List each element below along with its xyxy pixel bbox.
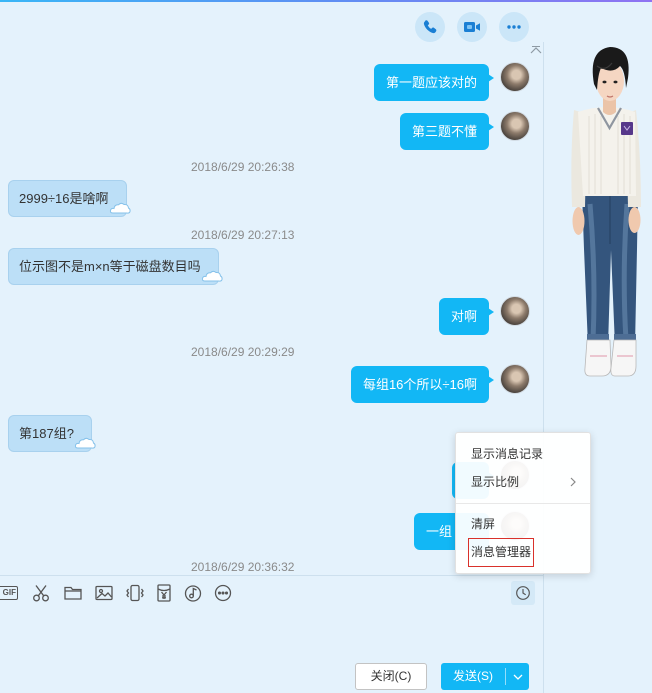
menu-item-label: 显示消息记录 [471,447,544,461]
send-options-button[interactable] [506,663,529,690]
menu-item-label: 消息管理器 [468,538,535,567]
chat-bubble-outgoing[interactable]: 第一题应该对的 [373,64,495,101]
more-tools-button[interactable] [213,583,233,603]
menu-divider [456,496,590,510]
message-text: 2999÷16是啥啊 [19,191,109,206]
chat-bubble-incoming[interactable]: 2999÷16是啥啊 [8,180,131,217]
avatar[interactable] [500,296,530,326]
send-button[interactable]: 发送(S) [441,663,505,690]
chevron-down-icon [513,674,522,680]
image-icon [95,585,113,601]
menu-item-label: 显示比例 [471,475,520,489]
window-shake-button[interactable] [125,583,145,603]
message-text: 对啊 [450,309,477,324]
chat-bubble-outgoing[interactable]: 对啊 [438,298,495,335]
message-text: 一组 [426,524,453,539]
message-input[interactable] [0,606,543,656]
send-file-button[interactable] [63,583,83,603]
message-text: 每组16个所以÷16啊 [362,377,477,392]
chat-bubble-incoming[interactable]: 位示图不是m×n等于磁盘数目吗 [8,248,223,285]
timestamp: 2018/6/29 20:36:32 [191,560,295,574]
send-button-group: 发送(S) [441,663,529,690]
send-image-button[interactable] [94,583,114,603]
cloud-icon [201,270,223,282]
message-text: 第三题不懂 [411,124,477,139]
red-envelope-button[interactable] [154,583,174,603]
vibrate-icon [126,584,144,602]
cloud-icon [74,437,96,449]
timestamp: 2018/6/29 20:29:29 [191,345,295,359]
message-text: 位示图不是m×n等于磁盘数目吗 [19,259,201,274]
avatar[interactable] [500,62,530,92]
menu-item-label: 清屏 [471,517,496,531]
chat-bubble-outgoing[interactable]: 每组16个所以÷16啊 [350,366,495,403]
message-text: 第一题应该对的 [385,75,477,90]
red-envelope-icon [157,584,171,602]
chat-bubble-incoming[interactable]: 第187组? [8,415,96,452]
scissors-icon [33,585,49,602]
context-menu: 显示消息记录 显示比例 清屏 消息管理器 [455,432,591,574]
menu-item-zoom[interactable]: 显示比例 [456,468,590,496]
clock-icon [516,586,530,600]
timestamp: 2018/6/29 20:27:13 [191,228,295,242]
avatar[interactable] [500,364,530,394]
timestamp: 2018/6/29 20:26:38 [191,160,295,174]
folder-icon [64,586,82,600]
menu-item-clear-screen[interactable]: 清屏 [456,510,590,538]
chevron-right-icon [570,477,576,487]
show-figure [571,47,641,377]
screenshot-button[interactable] [31,583,51,603]
message-text: 第187组? [19,426,74,441]
more-icon [214,584,232,602]
chat-bubble-outgoing[interactable]: 第三题不懂 [399,113,495,150]
side-panel-divider [543,42,544,693]
gif-icon[interactable]: GIF [0,586,18,600]
menu-item-message-manager[interactable]: 消息管理器 [456,538,590,567]
avatar[interactable] [500,111,530,141]
cloud-icon [109,202,131,214]
menu-item-show-history[interactable]: 显示消息记录 [456,440,590,468]
music-button[interactable] [183,583,203,603]
input-divider [0,575,543,576]
close-button[interactable]: 关闭(C) [355,663,427,690]
message-history-button[interactable] [511,581,535,605]
music-icon [184,585,202,602]
